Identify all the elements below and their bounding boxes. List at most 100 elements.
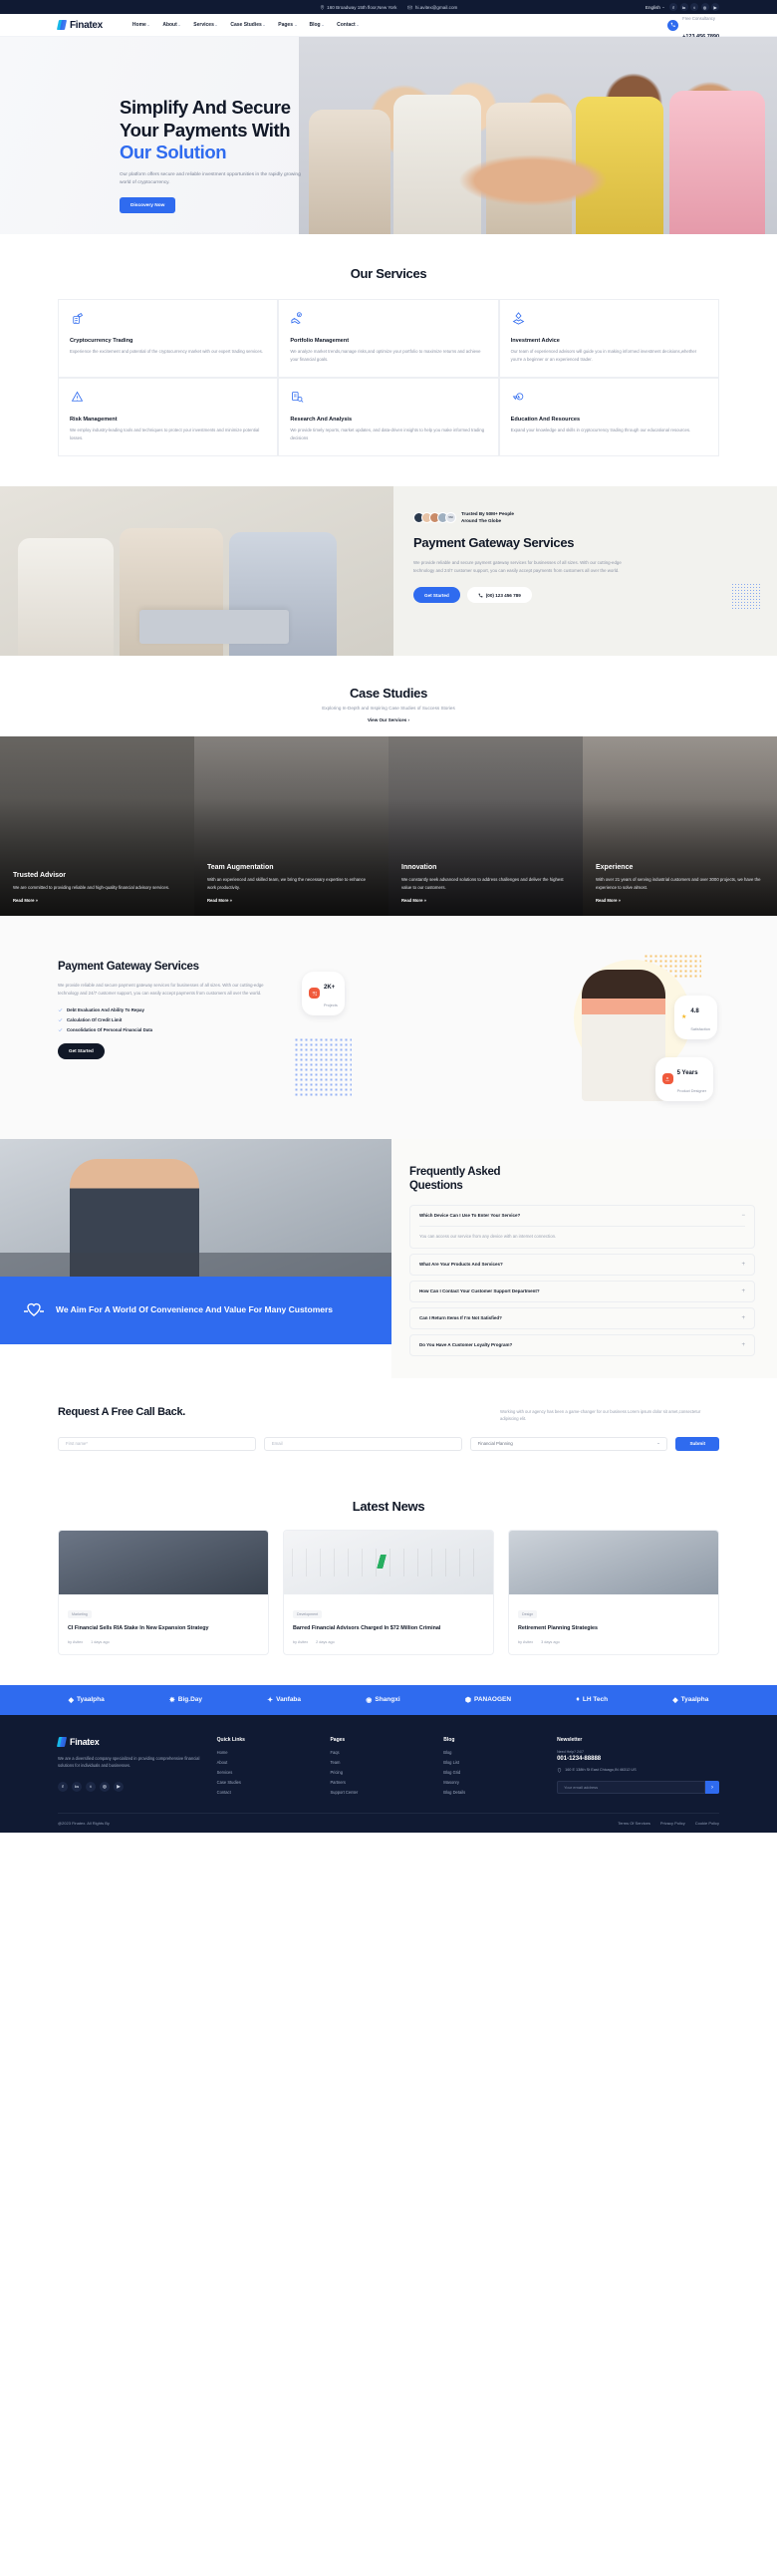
chevron-down-icon: [357, 24, 360, 26]
service-card-risk-management[interactable]: Risk Management We employ industry-leadi…: [58, 377, 279, 456]
discovery-now-button[interactable]: Discovery Now: [120, 197, 176, 214]
service-desc: We analyze market trends,manage risks,an…: [290, 349, 481, 362]
submit-button[interactable]: Submit: [675, 1436, 720, 1451]
nav-item-services[interactable]: Services: [193, 22, 218, 28]
services-section: Our Services Cryptocurrency Trading Expe…: [0, 234, 777, 486]
nav-item-blog[interactable]: Blog: [310, 22, 325, 28]
faq-item-2[interactable]: What Are Your Products And Services? +: [409, 1253, 755, 1276]
footer-link-contact[interactable]: Contact: [217, 1790, 319, 1795]
read-more-link[interactable]: Read More »: [13, 898, 181, 903]
get-started-button-2[interactable]: Get Started: [58, 1042, 105, 1059]
faq-question[interactable]: Which Device Can I Use To Enter Your Ser…: [419, 1213, 745, 1219]
news-card-3[interactable]: Design Retirement Planning Strategies by…: [508, 1529, 719, 1655]
faq-item-3[interactable]: How Can I Contact Your Customer Support …: [409, 1280, 755, 1302]
twitter-icon[interactable]: t: [86, 1781, 96, 1792]
brand-label: PANAOGEN: [474, 1696, 512, 1704]
footer-link-team[interactable]: Team: [330, 1760, 431, 1765]
news-thumbnail: [284, 1530, 493, 1594]
service-card-research-analysis[interactable]: Research And Analysis We provide timely …: [278, 377, 499, 456]
nav-label: Case Studies: [230, 22, 262, 28]
language-selector[interactable]: English: [646, 5, 664, 10]
news-headline: CI Financial Sells RIA Stake In New Expa…: [68, 1624, 209, 1631]
footer-link-blog-list[interactable]: Blog List: [443, 1760, 545, 1765]
plus-icon[interactable]: +: [741, 1288, 745, 1294]
email-text: hi.avitex@gmail.com: [414, 4, 458, 10]
youtube-icon[interactable]: ▶: [114, 1781, 124, 1792]
gateway2-illustration: 2K+ Projects ★ 4.8 Satisfaction 5 Years …: [290, 953, 719, 1103]
badge-years-label: Product Designer: [676, 1088, 706, 1093]
faq-question[interactable]: Do You Have A Customer Loyalty Program? …: [419, 1342, 745, 1348]
footer-privacy-link[interactable]: Privacy Policy: [660, 1821, 685, 1826]
newsletter-submit-button[interactable]: ›: [705, 1781, 719, 1795]
email-input[interactable]: [263, 1436, 462, 1451]
email-item[interactable]: hi.avitex@gmail.com: [407, 5, 457, 10]
logo[interactable]: Finatex: [56, 20, 103, 31]
faq-question-label: Do You Have A Customer Loyalty Program?: [419, 1342, 513, 1348]
plus-icon[interactable]: +: [741, 1262, 745, 1268]
news-card-2[interactable]: Development Barred Financial Advisors Ch…: [283, 1529, 494, 1655]
case-card-team-augmentation[interactable]: Team Augmentation With an experienced an…: [194, 735, 388, 916]
get-started-button[interactable]: Get Started: [413, 587, 460, 604]
checklist-label: Consolidation Of Personal Financial Data: [67, 1026, 153, 1032]
minus-icon[interactable]: −: [741, 1213, 745, 1219]
footer-link-case-studies[interactable]: Case Studies: [217, 1780, 319, 1785]
case-title: Innovation: [401, 864, 437, 872]
linkedin-icon[interactable]: in: [72, 1781, 82, 1792]
case-card-innovation[interactable]: Innovation We constantly seek advanced s…: [388, 735, 583, 916]
nav-item-case-studies[interactable]: Case Studies: [230, 22, 266, 28]
footer-terms-link[interactable]: Terms Of Services: [618, 1821, 650, 1826]
faq-question[interactable]: How Can I Contact Your Customer Support …: [419, 1288, 745, 1294]
footer-link-blog[interactable]: Blog: [443, 1750, 545, 1755]
faq-item-5[interactable]: Do You Have A Customer Loyalty Program? …: [409, 1333, 755, 1356]
news-grid: Marketing CI Financial Sells RIA Stake I…: [58, 1529, 719, 1655]
footer-link-blog-details[interactable]: Blog Details: [443, 1790, 545, 1795]
service-card-investment-advice[interactable]: Investment Advice Our team of experience…: [498, 299, 719, 378]
gateway-phone-button[interactable]: (00) 123 456 789: [466, 587, 532, 604]
nav-item-about[interactable]: About: [162, 22, 181, 28]
footer-col-title: Blog: [443, 1736, 455, 1743]
footer-cookie-link[interactable]: Cookie Policy: [695, 1821, 719, 1826]
footer-logo[interactable]: Finatex: [56, 1736, 205, 1747]
diamond-icon: ◆: [672, 1696, 678, 1704]
service-select[interactable]: Financial Planning: [469, 1436, 668, 1451]
footer-link-support-center[interactable]: Support Center: [330, 1790, 431, 1795]
footer-link-masonry[interactable]: Masonry: [443, 1780, 545, 1785]
footer-link-pricing[interactable]: Pricing: [330, 1770, 431, 1775]
faq-item-1[interactable]: Which Device Can I Use To Enter Your Ser…: [409, 1204, 755, 1249]
first-name-input[interactable]: [58, 1436, 256, 1451]
faq-item-4[interactable]: Can I Return Items If I'm Not Satisfied?…: [409, 1306, 755, 1329]
service-card-crypto-trading[interactable]: Cryptocurrency Trading Experience the ex…: [58, 299, 279, 378]
facebook-icon[interactable]: f: [58, 1781, 68, 1792]
plus-icon[interactable]: +: [741, 1342, 745, 1348]
instagram-icon[interactable]: ◎: [100, 1781, 110, 1792]
read-more-link[interactable]: Read More »: [207, 898, 376, 903]
footer-link-partners[interactable]: Partners: [330, 1780, 431, 1785]
footer-bottom: @2023 Finatex. All Rights By Terms Of Se…: [58, 1812, 719, 1833]
footer-link-faqs[interactable]: Faqs: [330, 1750, 431, 1755]
footer-link-services[interactable]: Services: [217, 1770, 319, 1775]
checklist-item: Calculation Of Credit Limit: [58, 1017, 272, 1022]
case-card-experience[interactable]: Experience With over 21 years of serving…: [583, 735, 777, 916]
service-select-value: Financial Planning: [477, 1441, 513, 1447]
hero-text: Simplify And Secure Your Payments With O…: [120, 97, 354, 214]
nav-item-home[interactable]: Home: [132, 22, 150, 28]
read-more-link[interactable]: Read More »: [596, 898, 764, 903]
gateway-team-photo: [0, 485, 393, 656]
nav-item-contact[interactable]: Contact: [337, 22, 360, 28]
news-title: Latest News: [352, 1498, 425, 1514]
footer-link-home[interactable]: Home: [217, 1750, 319, 1755]
service-card-portfolio-management[interactable]: Portfolio Management We analyze market t…: [278, 299, 499, 378]
case-card-trusted-advisor[interactable]: Trusted Advisor We are committed to prov…: [0, 735, 194, 916]
news-card-1[interactable]: Marketing CI Financial Sells RIA Stake I…: [58, 1529, 269, 1655]
newsletter-email-input[interactable]: [557, 1781, 705, 1795]
footer-link-about[interactable]: About: [217, 1760, 319, 1765]
faq-question[interactable]: Can I Return Items If I'm Not Satisfied?…: [419, 1315, 745, 1321]
service-card-education-resources[interactable]: Education And Resources Expand your know…: [498, 377, 719, 456]
footer-newsletter-col: Newsletter Need Help? 24/7 001-1234-8888…: [557, 1737, 719, 1795]
faq-question[interactable]: What Are Your Products And Services? +: [419, 1262, 745, 1268]
view-our-services-link[interactable]: View Our Services ›: [0, 717, 777, 722]
footer-link-blog-grid[interactable]: Blog Grid: [443, 1770, 545, 1775]
plus-icon[interactable]: +: [741, 1315, 745, 1321]
read-more-link[interactable]: Read More »: [401, 898, 570, 903]
nav-item-pages[interactable]: Pages: [278, 22, 297, 28]
